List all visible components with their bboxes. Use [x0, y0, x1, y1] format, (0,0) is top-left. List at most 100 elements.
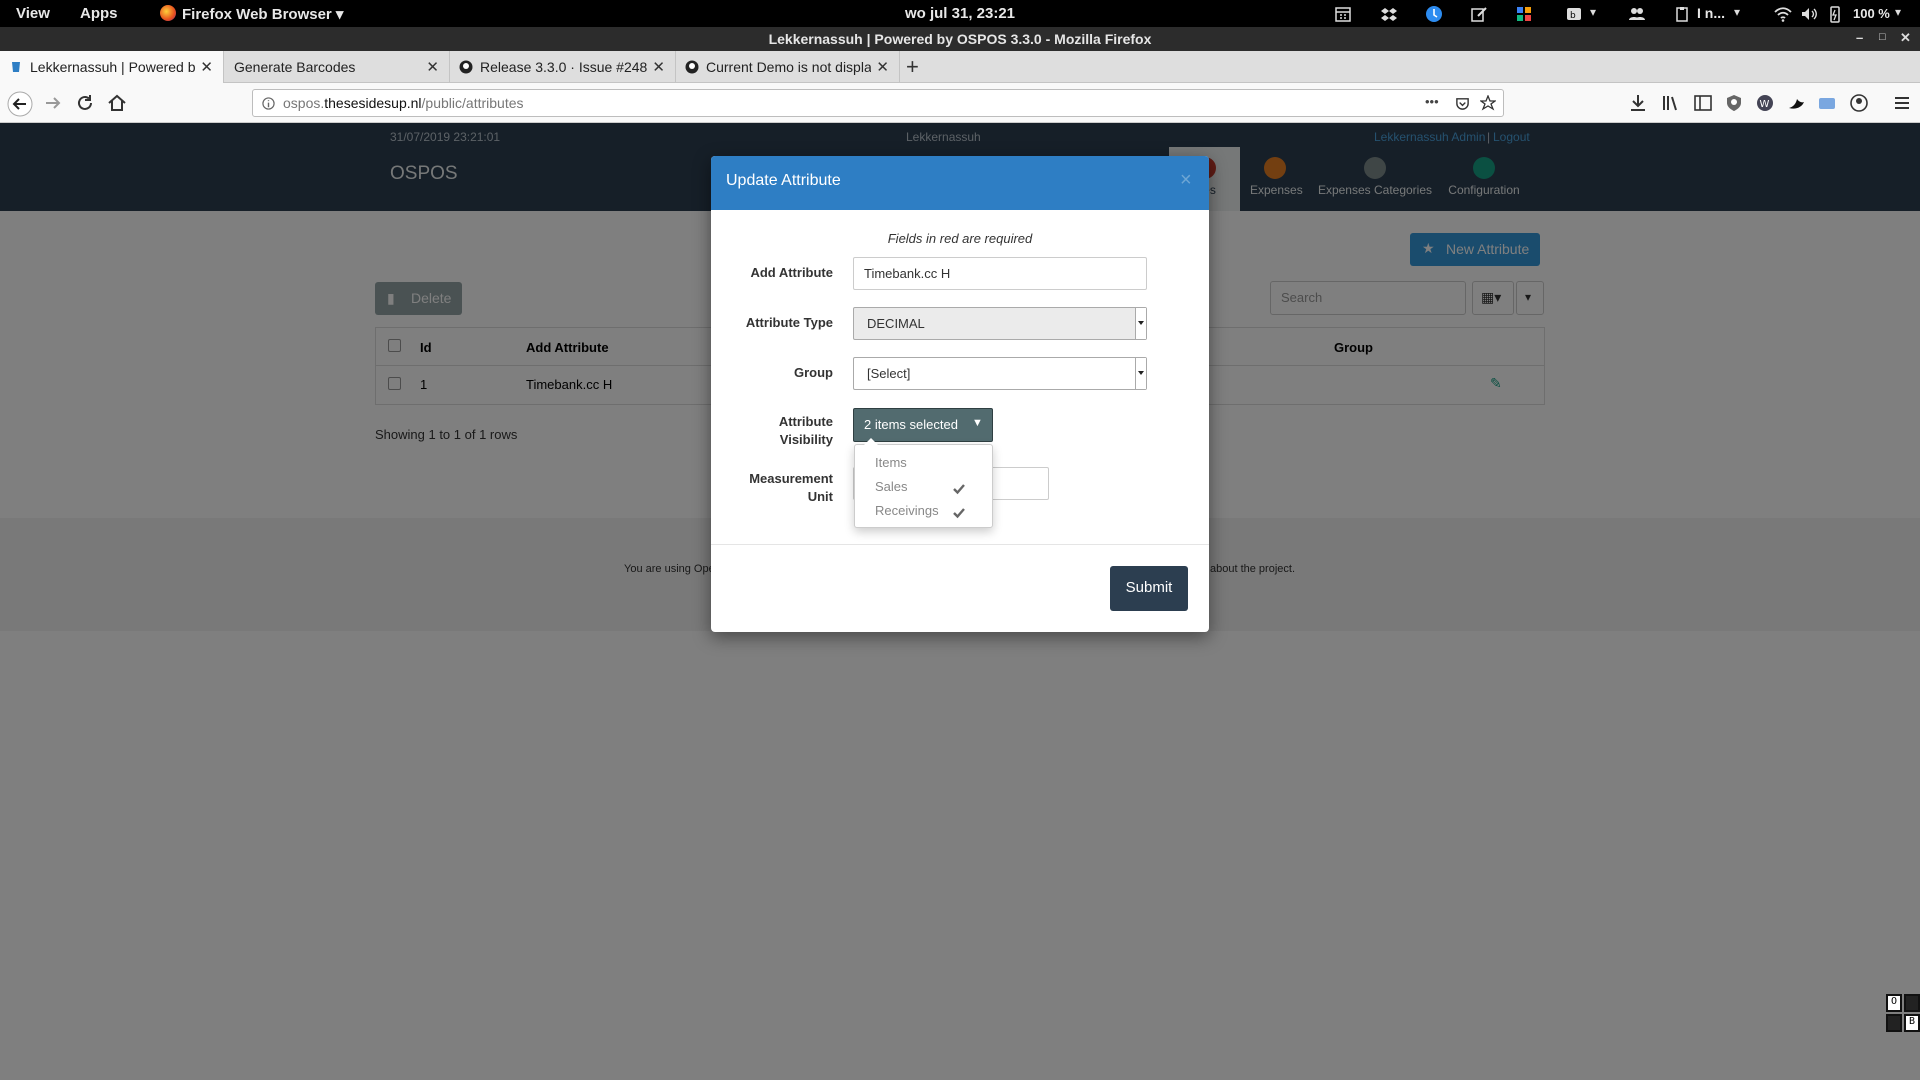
- tab-label: Release 3.3.0 · Issue #2489: [480, 59, 647, 75]
- tab-close-icon[interactable]: ✕: [200, 58, 213, 76]
- attribute-name-input[interactable]: Timebank.cc H: [853, 257, 1147, 290]
- select-arrow-icon: [1135, 308, 1146, 339]
- group-value: [Select]: [867, 366, 911, 381]
- wifi-icon[interactable]: [1774, 5, 1792, 23]
- modal-close-icon[interactable]: ×: [1180, 169, 1192, 192]
- tray-dropdown-icon[interactable]: ▾: [1734, 5, 1740, 19]
- people-icon[interactable]: [1628, 5, 1646, 23]
- visibility-label: Attribute Visibility: [721, 413, 833, 449]
- sync-icon[interactable]: [1425, 5, 1443, 23]
- page-actions-icon[interactable]: •••: [1425, 94, 1439, 109]
- tab-release-issue[interactable]: Release 3.3.0 · Issue #2489 ✕: [450, 51, 676, 83]
- group-label: Group: [794, 365, 833, 380]
- visibility-multiselect-button[interactable]: 2 items selected ▼: [853, 408, 993, 442]
- window-title-bar: Lekkernassuh | Powered by OSPOS 3.3.0 - …: [0, 27, 1920, 51]
- measurement-unit-label-line1: Measurement: [749, 471, 833, 486]
- keyboard-indicator[interactable]: O B: [1886, 994, 1920, 1034]
- clipboard-icon[interactable]: [1673, 5, 1691, 23]
- caret-down-icon: ▼: [972, 417, 983, 429]
- firefox-icon: [160, 5, 176, 21]
- submit-label: Submit: [1125, 579, 1173, 596]
- group-select[interactable]: [Select]: [853, 357, 1147, 390]
- extension-w-icon[interactable]: W: [1754, 92, 1776, 114]
- dropbox-icon[interactable]: [1380, 5, 1398, 23]
- volume-icon[interactable]: [1800, 5, 1818, 23]
- measurement-unit-label: Measurement Unit: [721, 470, 833, 506]
- keyboard-key-icon: [1904, 994, 1920, 1012]
- visibility-option-items[interactable]: Items: [875, 455, 907, 475]
- new-tab-button[interactable]: +: [906, 54, 919, 80]
- option-label: Receivings: [875, 503, 939, 518]
- tab-close-icon[interactable]: ✕: [876, 58, 889, 76]
- grid-app-icon[interactable]: [1515, 5, 1533, 23]
- url-domain: thesesidesup.nl: [324, 95, 422, 111]
- keyboard-key-icon: O: [1886, 994, 1902, 1012]
- battery-percent[interactable]: 100 %: [1853, 6, 1890, 21]
- keyboard-key-icon: B: [1904, 1014, 1920, 1032]
- tab-lekkernassuh[interactable]: Lekkernassuh | Powered by OSPOS 3.3.0 ✕: [0, 51, 224, 83]
- modal-title: Update Attribute: [726, 172, 841, 189]
- url-path: /public/attributes: [421, 95, 524, 111]
- window-title: Lekkernassuh | Powered by OSPOS 3.3.0 - …: [768, 31, 1152, 47]
- option-label: Items: [875, 455, 907, 470]
- option-label: Sales: [875, 479, 908, 494]
- calendar-icon[interactable]: [1334, 5, 1352, 23]
- tab-label: Generate Barcodes: [234, 59, 356, 75]
- visibility-value: 2 items selected: [864, 417, 958, 432]
- maximize-icon[interactable]: □: [1879, 31, 1886, 43]
- measurement-unit-label-line2: Unit: [807, 489, 833, 504]
- ospos-favicon-icon: [12, 62, 20, 72]
- visibility-option-sales[interactable]: Sales: [875, 479, 985, 499]
- visibility-label-line1: Attribute: [778, 414, 833, 429]
- tab-close-icon[interactable]: ✕: [426, 58, 439, 76]
- apps-menu[interactable]: Apps: [80, 5, 118, 22]
- app-menu[interactable]: Firefox Web Browser ▾: [182, 5, 343, 23]
- forward-icon[interactable]: [42, 92, 64, 114]
- url-text: ospos.thesesidesup.nl/public/attributes: [283, 95, 524, 111]
- tab-label: Current Demo is not displaying: [706, 59, 871, 75]
- back-icon[interactable]: [7, 91, 33, 117]
- downloads-icon[interactable]: [1627, 92, 1649, 114]
- extension-bird-icon[interactable]: [1785, 92, 1807, 114]
- required-fields-note: Fields in red are required: [887, 231, 1033, 246]
- view-menu[interactable]: View: [16, 5, 50, 22]
- bookmark-star-icon[interactable]: [1480, 95, 1496, 111]
- visibility-option-receivings[interactable]: Receivings: [875, 503, 985, 523]
- visibility-label-line2: Visibility: [779, 432, 833, 447]
- github-icon: [685, 60, 699, 74]
- app-menu-label: Firefox Web Browser: [182, 6, 332, 23]
- pocket-icon[interactable]: [1455, 96, 1470, 111]
- battery-icon[interactable]: [1826, 5, 1844, 23]
- mail-app-icon[interactable]: b: [1565, 5, 1583, 23]
- info-icon[interactable]: [262, 97, 275, 110]
- attribute-type-label: Attribute Type: [745, 315, 833, 330]
- close-window-icon[interactable]: ✕: [1900, 30, 1911, 46]
- minimize-icon[interactable]: –: [1856, 30, 1863, 45]
- tab-current-demo[interactable]: Current Demo is not displaying ✕: [676, 51, 900, 83]
- select-arrow-icon: [1135, 358, 1146, 389]
- extension-screen-icon[interactable]: [1816, 92, 1838, 114]
- attribute-type-select[interactable]: DECIMAL: [853, 307, 1147, 340]
- tab-bar: Lekkernassuh | Powered by OSPOS 3.3.0 ✕ …: [0, 51, 1920, 83]
- svg-text:b: b: [1570, 11, 1576, 21]
- tab-close-icon[interactable]: ✕: [652, 58, 665, 76]
- submit-button[interactable]: Submit: [1110, 566, 1188, 611]
- tab-generate-barcodes[interactable]: Generate Barcodes ✕: [224, 51, 450, 83]
- checkmark-icon: [953, 508, 965, 519]
- library-icon[interactable]: [1660, 92, 1682, 114]
- system-top-bar: View Apps Firefox Web Browser ▾ wo jul 3…: [0, 0, 1920, 27]
- privacy-badger-icon[interactable]: [1723, 92, 1745, 114]
- tray-text[interactable]: I n...: [1697, 5, 1725, 21]
- home-icon[interactable]: [106, 92, 128, 114]
- mail-app-dropdown-icon[interactable]: ▾: [1590, 5, 1596, 19]
- sidebar-icon[interactable]: [1692, 92, 1714, 114]
- hamburger-menu-icon[interactable]: [1891, 92, 1913, 114]
- system-menu-dropdown-icon[interactable]: ▾: [1895, 5, 1901, 19]
- attribute-type-value: DECIMAL: [867, 316, 925, 331]
- url-bar[interactable]: ospos.thesesidesup.nl/public/attributes …: [252, 89, 1504, 117]
- attribute-name-label: Add Attribute: [750, 265, 833, 280]
- reload-icon[interactable]: [74, 92, 96, 114]
- navigation-toolbar: ospos.thesesidesup.nl/public/attributes …: [0, 83, 1920, 123]
- edit-icon[interactable]: [1470, 5, 1488, 23]
- account-icon[interactable]: [1848, 92, 1870, 114]
